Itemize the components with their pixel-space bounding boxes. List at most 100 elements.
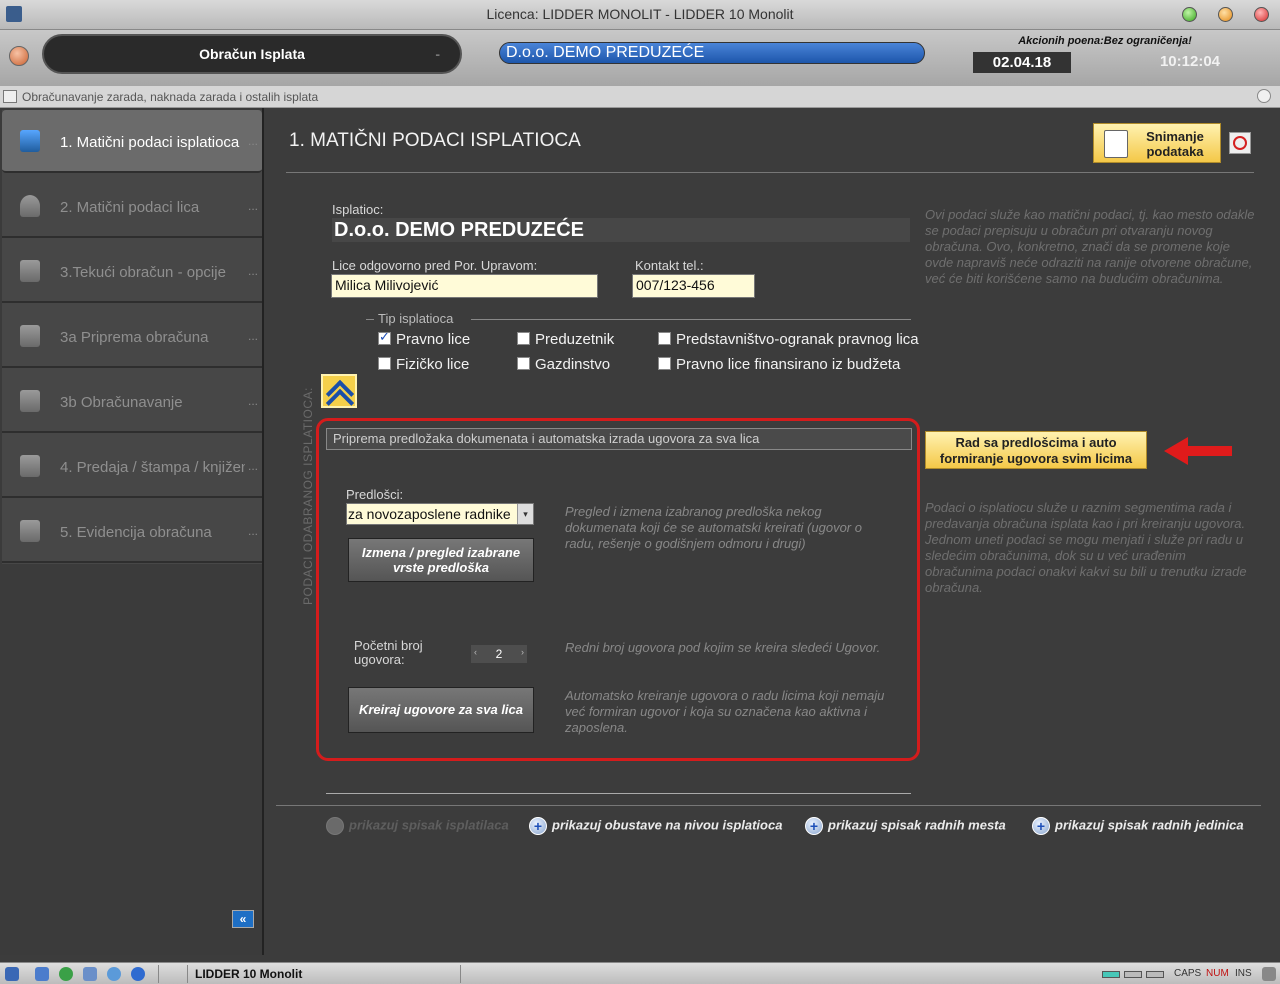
sidebar-item-label: 3a Priprema obračuna	[60, 329, 209, 346]
cancel-button[interactable]	[1229, 132, 1251, 154]
sidebar-item-evidencija-obracuna[interactable]: 5. Evidencija obračuna ...	[2, 500, 262, 563]
payer-name: D.o.o. DEMO PREDUZEĆE	[332, 218, 910, 242]
sidebar-item-label: 2. Matični podaci lica	[60, 199, 200, 216]
checkbox-label: Pravno lice	[396, 331, 471, 348]
window-title: Licenca: LIDDER MONOLIT - LIDDER 10 Mono…	[486, 6, 794, 22]
user-icon[interactable]	[83, 967, 97, 981]
sidebar-item-tekuci-obracun[interactable]: 3.Tekući obračun - opcije ...	[2, 240, 262, 303]
info-text-bottom: Podaci o isplatiocu služe u raznim segme…	[925, 500, 1247, 595]
sidebar-item-label: 3b Obračunavanje	[60, 394, 183, 411]
templates-select[interactable]: za novozaposlene radnike ▾	[346, 503, 534, 525]
edit-template-note: Pregled i izmena izabranog predloška nek…	[565, 504, 862, 551]
checkbox-preduzetnik[interactable]	[517, 332, 530, 345]
checkbox-gazdinstvo[interactable]	[517, 357, 530, 370]
checkbox-predstavnistvo[interactable]	[658, 332, 671, 345]
coins-info-icon	[20, 455, 40, 477]
type-legend: Tip isplatioca	[378, 311, 454, 326]
sidebar-item-dots: ...	[248, 394, 259, 408]
top-toolbar: Obračun Isplata - D.o.o. DEMO PREDUZEĆE …	[0, 30, 1280, 86]
sidebar-item-priprema-obracuna[interactable]: 3a Priprema obračuna ...	[2, 305, 262, 368]
red-arrow-icon	[1164, 437, 1234, 465]
group-header: Priprema predložaka dokumenata i automat…	[326, 428, 912, 450]
fieldset-line-right	[471, 319, 911, 320]
vertical-section-label: PODACI ODABRANOG ISPLATIOCA:	[301, 387, 315, 605]
info-icon[interactable]	[131, 967, 145, 981]
collapse-up-button[interactable]	[321, 374, 357, 408]
main-panel: 1. MATIČNI PODACI ISPLATIOCA Snimanje po…	[266, 108, 1280, 955]
maximize-button[interactable]	[1218, 7, 1233, 22]
link-radna-mesta[interactable]: + prikazuj spisak radnih mesta	[805, 817, 1006, 835]
subwindow-title: Obračunavanje zarada, naknada zarada i o…	[22, 90, 319, 104]
sidebar-item-predaja-stampa[interactable]: 4. Predaja / štampa / knjiženje ...	[2, 435, 262, 498]
stop-icon	[1233, 136, 1247, 150]
collapse-sidebar-button[interactable]: «	[232, 910, 254, 928]
check-icon[interactable]	[107, 967, 121, 981]
responsible-label: Lice odgovorno pred Por. Upravom:	[332, 258, 538, 273]
start-icon[interactable]	[5, 967, 19, 981]
start-number-note: Redni broj ugovora pod kojim se kreira s…	[565, 640, 881, 655]
chevron-right-icon[interactable]: ›	[521, 647, 524, 657]
window-list-icon[interactable]	[35, 967, 49, 981]
globe-icon[interactable]	[59, 967, 73, 981]
create-contracts-button[interactable]: Kreiraj ugovore za sva lica	[348, 687, 534, 733]
checkbox-budzet[interactable]	[658, 357, 671, 370]
info-text-top: Ovi podaci služe kao matični podaci, tj.…	[925, 207, 1255, 286]
link-radne-jedinice[interactable]: + prikazuj spisak radnih jedinica	[1032, 817, 1244, 835]
window-icon	[3, 90, 17, 103]
checkbox-fizicko-lice[interactable]	[378, 357, 391, 370]
sidebar-item-dots: ...	[248, 199, 259, 213]
subwindow-bar: Obračunavanje zarada, naknada zarada i o…	[0, 86, 1280, 108]
fieldset-line-left	[366, 319, 374, 320]
coins-check-icon	[20, 260, 40, 282]
plus-circle-icon: +	[805, 817, 823, 835]
restore-icon[interactable]	[1257, 89, 1271, 103]
taskbar-app-label[interactable]: LIDDER 10 Monolit	[195, 967, 302, 981]
checkbox-label: Gazdinstvo	[535, 356, 611, 373]
sidebar-item-maticni-podaci-lica[interactable]: 2. Matični podaci lica ...	[2, 175, 262, 238]
start-number-label: Početni broj ugovora:	[354, 638, 423, 667]
power-icon[interactable]	[9, 46, 29, 66]
close-button[interactable]	[1254, 7, 1269, 22]
chevron-down-icon[interactable]: ▾	[517, 504, 533, 524]
page-title: 1. MATIČNI PODACI ISPLATIOCA	[289, 130, 581, 151]
save-button[interactable]: Snimanje podataka	[1093, 123, 1221, 163]
sidebar-item-label: 5. Evidencija obračuna	[60, 524, 212, 541]
database-icon	[20, 130, 40, 152]
templates-label: Predlošci:	[346, 487, 404, 502]
link-obustave[interactable]: + prikazuj obustave na nivou isplatioca	[529, 817, 782, 835]
start-number-value: 2	[495, 647, 503, 661]
minimize-button[interactable]	[1182, 7, 1197, 22]
sidebar-item-maticni-podaci-isplatioca[interactable]: 1. Matični podaci isplatioca ...	[2, 110, 262, 173]
coins-stack-icon	[20, 520, 40, 542]
resize-grip-icon[interactable]	[1262, 967, 1276, 981]
sidebar-item-dots: ...	[248, 459, 259, 473]
sidebar-item-label: 4. Predaja / štampa / knjiženje	[60, 459, 245, 476]
module-selector[interactable]: Obračun Isplata -	[42, 34, 462, 74]
module-label: Obračun Isplata	[199, 46, 305, 62]
plus-circle-icon: +	[1032, 817, 1050, 835]
link-spisak-isplatilaca[interactable]: + prikazuj spisak isplatilaca	[326, 817, 509, 835]
document-edit-icon	[1104, 130, 1128, 158]
responsible-field[interactable]: Milica Milivojević	[331, 274, 598, 298]
date-display: 02.04.18	[973, 52, 1071, 73]
link-label: prikazuj spisak radnih jedinica	[1055, 817, 1244, 833]
link-label: prikazuj obustave na nivou isplatioca	[552, 817, 783, 833]
num-indicator: NUM	[1206, 968, 1229, 979]
callout-box: Rad sa predlošcima i auto formiranje ugo…	[925, 431, 1147, 469]
taskbar-separator	[460, 965, 461, 983]
sidebar-item-label: 1. Matični podaci isplatioca	[60, 134, 240, 151]
sidebar-item-label: 3.Tekući obračun - opcije	[60, 264, 226, 281]
chevron-left-icon[interactable]: ‹	[474, 647, 477, 657]
edit-template-button[interactable]: Izmena / pregled izabrane vrste predlošk…	[348, 538, 534, 582]
start-number-stepper[interactable]: ‹ 2 ›	[471, 645, 527, 663]
company-bar[interactable]: D.o.o. DEMO PREDUZEĆE	[499, 42, 925, 64]
sidebar-item-dots: ...	[248, 329, 259, 343]
plus-circle-icon: +	[326, 817, 344, 835]
checkbox-pravno-lice[interactable]	[378, 329, 391, 345]
link-label: prikazuj spisak radnih mesta	[828, 817, 1006, 833]
sidebar-item-dots: ...	[248, 134, 259, 148]
sidebar-item-dots: ...	[248, 264, 259, 278]
taskbar-separator	[187, 965, 188, 983]
sidebar-item-obracunavanje[interactable]: 3b Obračunavanje ...	[2, 370, 262, 433]
phone-field[interactable]: 007/123-456	[632, 274, 755, 298]
